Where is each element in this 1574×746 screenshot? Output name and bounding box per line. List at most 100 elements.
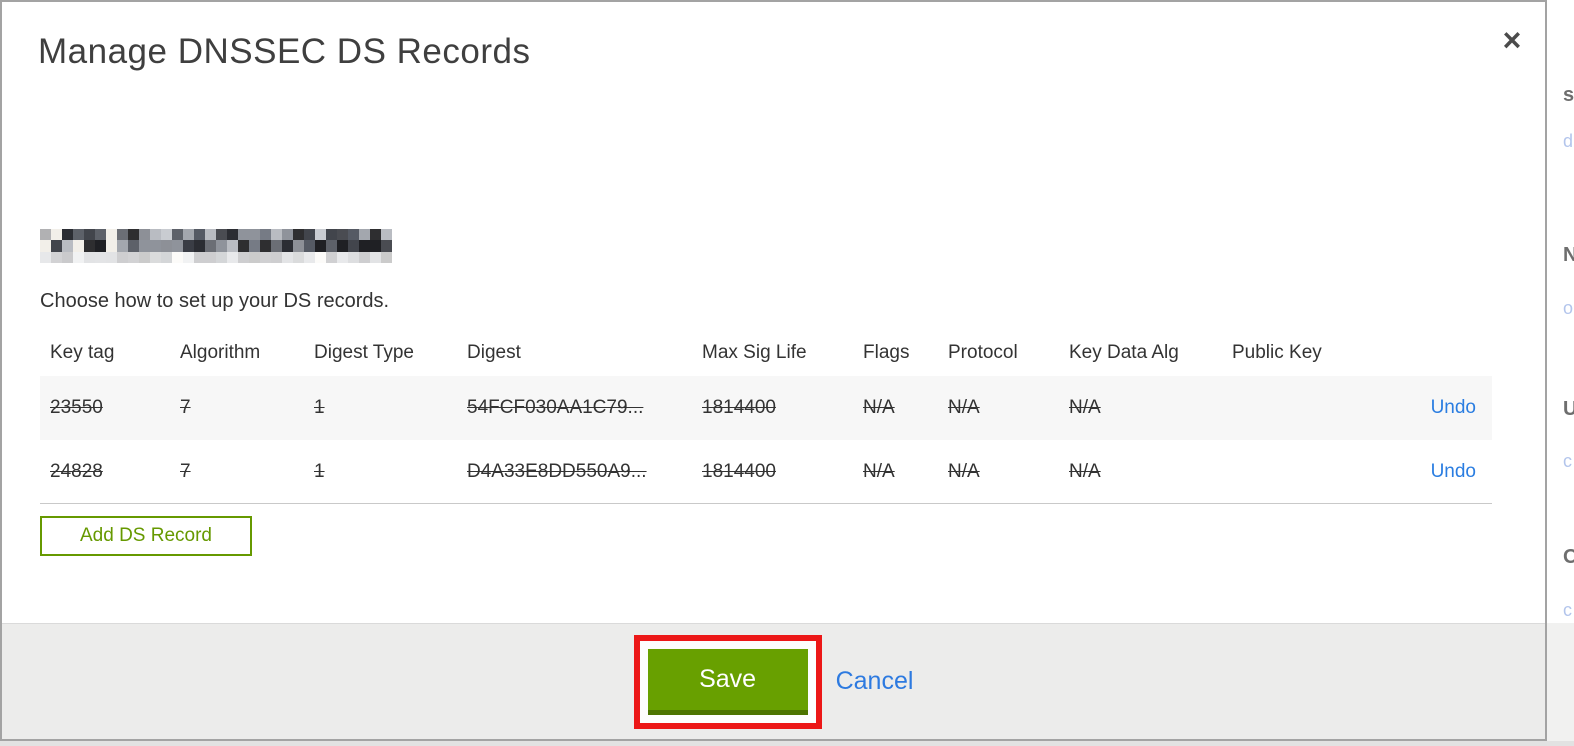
- redaction-pixel: [62, 240, 73, 252]
- redaction-pixel: [95, 240, 106, 252]
- cell-action: Undo: [1372, 397, 1492, 419]
- redaction-pixel: [348, 240, 359, 252]
- background-text-fragment: U: [1563, 398, 1574, 420]
- background-text-fragment: o: [1563, 298, 1574, 318]
- redaction-pixel: [260, 240, 271, 252]
- close-icon[interactable]: ×: [1495, 24, 1529, 58]
- table-header-row: Key tag Algorithm Digest Type Digest Max Sig…: [40, 330, 1492, 376]
- redaction-pixel: [238, 229, 249, 241]
- background-page-strip: s d No Uc Oc: [1547, 0, 1574, 746]
- redaction-pixel: [238, 251, 249, 263]
- redaction-pixel: [84, 229, 95, 241]
- cell-max-sig-life: 1814400: [702, 460, 776, 482]
- redaction-pixel: [348, 229, 359, 241]
- cell-digest-type: 1: [314, 397, 325, 418]
- column-header-key-tag: Key tag: [50, 342, 115, 363]
- redaction-pixel: [326, 240, 337, 252]
- redaction-pixel: [205, 240, 216, 252]
- redaction-pixel: [172, 251, 183, 263]
- instruction-text: Choose how to set up your DS records.: [40, 290, 390, 312]
- redaction-pixel: [282, 229, 293, 241]
- background-text-fragment: c: [1563, 600, 1572, 620]
- redaction-pixel: [282, 240, 293, 252]
- redaction-pixel: [194, 229, 205, 241]
- ds-records-table: Key tag Algorithm Digest Type Digest Max Sig…: [40, 330, 1492, 504]
- redaction-pixel: [304, 251, 315, 263]
- redaction-pixel: [117, 229, 128, 241]
- redaction-pixel: [205, 229, 216, 241]
- cell-protocol: N/A: [948, 397, 980, 418]
- redaction-pixel: [172, 229, 183, 241]
- redaction-pixel: [260, 251, 271, 263]
- redaction-pixel: [51, 251, 62, 263]
- cell-flags: N/A: [863, 397, 895, 418]
- redaction-pixel: [161, 251, 172, 263]
- background-text-fragment: O: [1563, 546, 1574, 568]
- undo-link[interactable]: Undo: [1431, 397, 1476, 418]
- redaction-pixel: [84, 251, 95, 263]
- cell-max-sig-life: 1814400: [702, 397, 776, 418]
- redaction-pixel: [73, 240, 84, 252]
- save-button[interactable]: Save: [647, 648, 808, 715]
- cancel-link[interactable]: Cancel: [836, 667, 914, 696]
- redaction-pixel: [359, 240, 370, 252]
- redaction-pixel: [304, 240, 315, 252]
- redaction-pixel: [183, 251, 194, 263]
- redaction-pixel: [161, 229, 172, 241]
- redaction-pixel: [117, 251, 128, 263]
- redaction-pixel: [216, 229, 227, 241]
- redaction-pixel: [337, 229, 348, 241]
- cell-key-data-alg: N/A: [1069, 460, 1101, 482]
- undo-link[interactable]: Undo: [1431, 461, 1476, 482]
- redaction-pixel: [161, 240, 172, 252]
- redaction-pixel: [315, 251, 326, 263]
- redaction-pixel: [40, 229, 51, 241]
- redaction-pixel: [172, 240, 183, 252]
- redaction-pixel: [117, 240, 128, 252]
- redaction-pixel: [381, 240, 392, 252]
- redaction-pixel: [216, 251, 227, 263]
- background-text-fragment: s: [1563, 84, 1574, 106]
- redaction-pixel: [205, 251, 216, 263]
- redaction-pixel: [128, 229, 139, 241]
- redaction-pixel: [128, 251, 139, 263]
- cell-algorithm: 7: [180, 397, 191, 418]
- redaction-pixel: [183, 229, 194, 241]
- redaction-pixel: [106, 229, 117, 241]
- cell-flags: N/A: [863, 460, 895, 482]
- redaction-pixel: [106, 240, 117, 252]
- redaction-pixel: [293, 251, 304, 263]
- redaction-pixel: [304, 229, 315, 241]
- manage-dnssec-ds-records-dialog: Manage DNSSEC DS Records × Choose how to…: [0, 0, 1547, 741]
- redaction-pixel: [249, 251, 260, 263]
- redaction-pixel: [194, 240, 205, 252]
- cell-digest: 54FCF030AA1C79...: [467, 397, 644, 418]
- redaction-pixel: [337, 251, 348, 263]
- column-header-flags: Flags: [863, 342, 910, 363]
- redaction-pixel: [183, 240, 194, 252]
- redaction-pixel: [84, 240, 95, 252]
- column-header-public-key: Public Key: [1232, 342, 1322, 363]
- column-header-algorithm: Algorithm: [180, 342, 261, 363]
- redaction-pixel: [271, 229, 282, 241]
- dialog-title: Manage DNSSEC DS Records: [38, 32, 531, 71]
- redaction-pixel: [51, 229, 62, 241]
- dialog-footer: Save Cancel: [2, 623, 1545, 739]
- background-text-fragment: c: [1563, 451, 1572, 471]
- redaction-pixel: [139, 251, 150, 263]
- redaction-pixel: [139, 229, 150, 241]
- cell-digest: D4A33E8DD550A9...: [467, 460, 647, 482]
- redaction-pixel: [40, 251, 51, 263]
- cell-action: Undo: [1372, 461, 1492, 483]
- redaction-pixel: [40, 240, 51, 252]
- redaction-pixel: [282, 251, 293, 263]
- redaction-pixel: [62, 229, 73, 241]
- redaction-pixel: [249, 229, 260, 241]
- redaction-pixel: [150, 240, 161, 252]
- redaction-pixel: [227, 229, 238, 241]
- add-ds-record-button[interactable]: Add DS Record: [40, 516, 252, 556]
- cell-algorithm: 7: [180, 460, 191, 482]
- background-below-modal: [0, 741, 1574, 746]
- redaction-pixel: [73, 251, 84, 263]
- redaction-pixel: [381, 251, 392, 263]
